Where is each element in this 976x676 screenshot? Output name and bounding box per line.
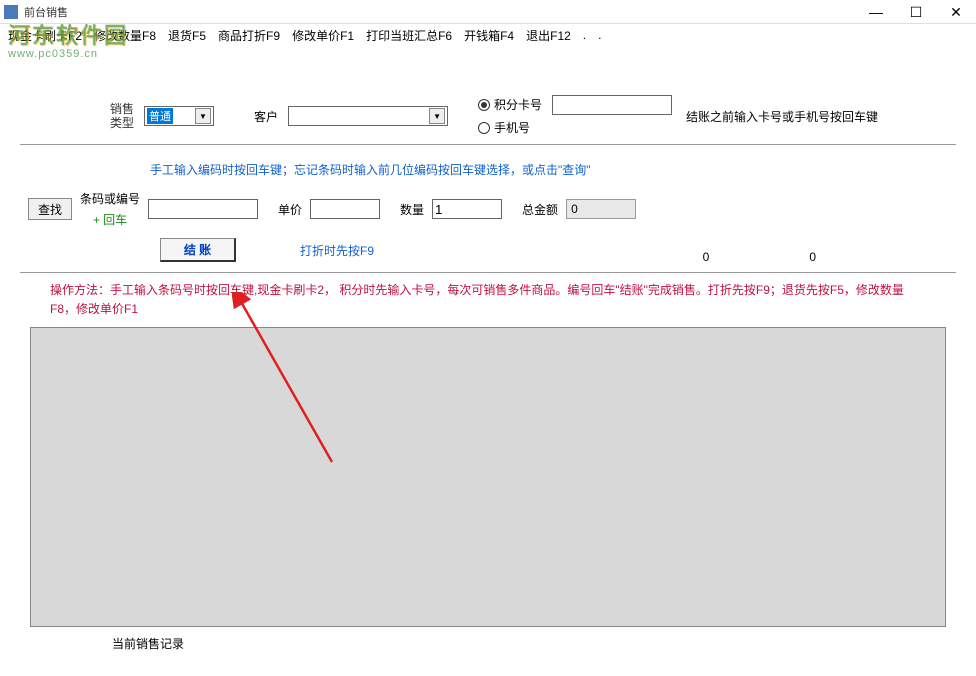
divider [20, 144, 956, 145]
instruction-text: 操作方法：手工输入条码号时按回车键,现金卡刷卡2， 积分时先输入卡号，每次可销售… [50, 281, 926, 319]
maximize-button[interactable]: ☐ [896, 0, 936, 24]
current-record-label: 当前销售记录 [112, 635, 956, 652]
divider [20, 272, 956, 273]
close-button[interactable]: ✕ [936, 0, 976, 24]
menu-return[interactable]: 退货F5 [168, 27, 206, 44]
menu-discount[interactable]: 商品打折F9 [218, 27, 280, 44]
sale-type-label: 销售 类型 [110, 102, 134, 131]
discount-hint: 打折时先按F9 [300, 242, 374, 259]
menu-modify-qty[interactable]: 修改数量F8 [94, 27, 156, 44]
menu-dot1[interactable]: . [583, 28, 586, 42]
qty-label: 数量 [400, 201, 424, 218]
menu-cash-drawer[interactable]: 开钱箱F4 [464, 27, 514, 44]
minimize-button[interactable]: — [856, 0, 896, 24]
menu-exit[interactable]: 退出F12 [526, 27, 571, 44]
customer-label: 客户 [254, 108, 278, 125]
sale-type-value: 普通 [147, 108, 173, 124]
titlebar: 前台销售 — ☐ ✕ [0, 0, 976, 24]
enter-hint: + 回车 [93, 211, 127, 228]
points-card-label: 积分卡号 [494, 96, 542, 113]
chevron-down-icon: ▼ [195, 108, 211, 124]
chevron-down-icon: ▼ [429, 108, 445, 124]
phone-label: 手机号 [494, 119, 530, 136]
sale-type-select[interactable]: 普通 ▼ [144, 106, 214, 126]
summary-num2: 0 [809, 250, 816, 264]
summary-num1: 0 [703, 250, 710, 264]
menubar: 现金卡刷卡F2 修改数量F8 退货F5 商品打折F9 修改单价F1 打印当班汇总… [0, 24, 976, 46]
barcode-hint: 手工输入编码时按回车键；忘记条码时输入前几位编码按回车键选择，或点击"查询" [150, 161, 956, 178]
phone-radio[interactable] [478, 122, 490, 134]
menu-print-summary[interactable]: 打印当班汇总F6 [366, 27, 452, 44]
customer-select[interactable]: ▼ [288, 106, 448, 126]
checkout-button[interactable]: 结 账 [160, 238, 236, 262]
barcode-input[interactable] [148, 199, 258, 219]
menu-dot2[interactable]: . [598, 28, 601, 42]
menu-modify-price[interactable]: 修改单价F1 [292, 27, 354, 44]
app-icon [4, 5, 18, 19]
qty-input[interactable] [432, 199, 502, 219]
total-value: 0 [566, 199, 636, 219]
card-hint-label: 结账之前输入卡号或手机号按回车键 [686, 108, 878, 125]
card-number-input[interactable] [552, 95, 672, 115]
points-card-radio[interactable] [478, 99, 490, 111]
price-input[interactable] [310, 199, 380, 219]
total-label: 总金额 [522, 201, 558, 218]
menu-cash-card[interactable]: 现金卡刷卡F2 [8, 27, 82, 44]
window-title: 前台销售 [24, 4, 68, 20]
barcode-label: 条码或编号 [80, 190, 140, 207]
data-grid-area[interactable] [30, 327, 946, 627]
search-button[interactable]: 查找 [28, 198, 72, 220]
price-label: 单价 [278, 201, 302, 218]
